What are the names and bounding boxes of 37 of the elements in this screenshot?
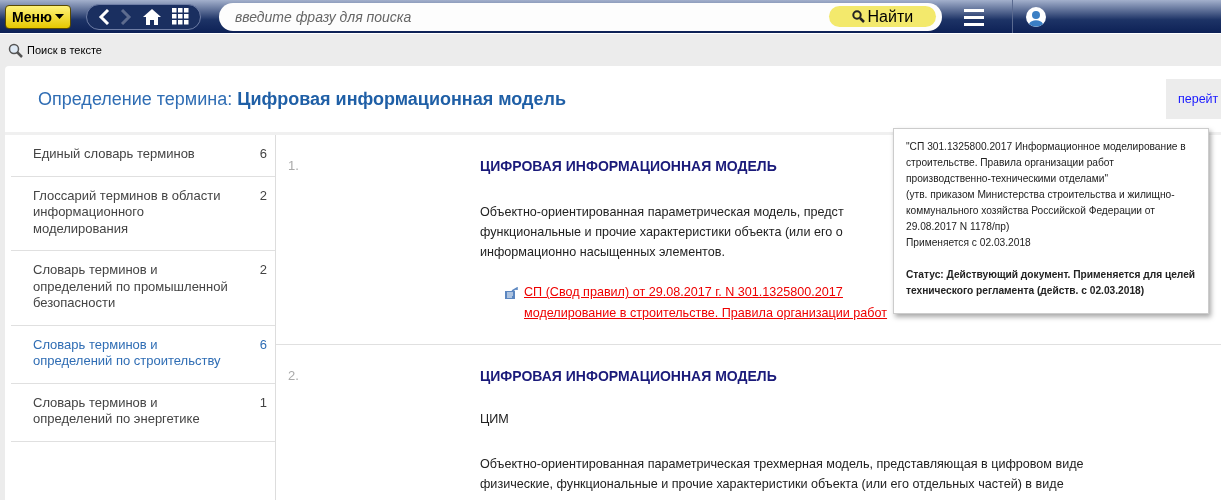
goto-button[interactable]: перейт — [1166, 79, 1221, 119]
tooltip-approval: (утв. приказом Министерства строительства и жилищно-коммунального хозяйства Российской Федерации от 29.08.2017 N 1178/пр) — [906, 188, 1176, 234]
caret-icon — [54, 14, 64, 19]
grid-icon[interactable] — [171, 8, 189, 25]
definition-text: физические, функциональные и прочие характеристики объекта (или его отдельных частей) в виде — [480, 476, 1065, 493]
definition-number: 1. — [288, 157, 300, 175]
find-button[interactable]: Найти — [828, 6, 936, 27]
document-link-icon — [504, 287, 519, 300]
search-icon — [851, 10, 865, 23]
source-link[interactable]: моделирование в строительстве. Правила организации работ — [524, 306, 888, 320]
tooltip-date: Применяется с 02.03.2018 — [906, 236, 1032, 250]
definition-text: Объектно-ориентированная параметрическая трехмерная модель, представляющая в цифровом виде — [480, 456, 1084, 473]
sidebar-item[interactable]: Глоссарий терминов в области информационного моделирования 2 — [11, 176, 275, 251]
sidebar-item[interactable]: Словарь терминов и определений по энергетике 1 — [11, 383, 275, 442]
definition-number: 2. — [288, 367, 300, 385]
home-icon[interactable] — [141, 7, 162, 26]
menu-button[interactable]: Меню — [5, 4, 71, 29]
sidebar-item[interactable]: Словарь терминов и определений по промышленной безопасности 2 — [11, 251, 275, 326]
term-heading: ЦИФРОВАЯ ИНФОРМАЦИОННАЯ МОДЕЛЬ — [480, 368, 778, 384]
term-heading: ЦИФРОВАЯ ИНФОРМАЦИОННАЯ МОДЕЛЬ — [480, 158, 778, 174]
term-abbreviation: ЦИМ — [480, 412, 510, 426]
menu-icon[interactable] — [963, 7, 984, 26]
tooltip-status: Статус: Действующий документ. Применяется для целей технического регламента (действ. с 02.03.2018) — [906, 268, 1196, 298]
definition-text: Объектно-ориентированная параметрическая модель, предст — [480, 204, 845, 221]
sidebar-item[interactable]: Словарь терминов и определений по строительству 6 — [11, 325, 275, 384]
search-field[interactable]: введите фразу для поиска — [218, 2, 829, 31]
source-link[interactable]: СП (Свод правил) от 29.08.2017 г. N 301.1325800.2017 — [524, 285, 843, 299]
definition-text: функциональные и прочие характеристики объекта (или его о — [480, 224, 844, 241]
search-in-text-link[interactable]: Поиск в тексте — [27, 44, 102, 56]
forward-icon[interactable] — [119, 8, 132, 25]
page-title: Определение термина: Цифровая информационная модель — [38, 88, 567, 110]
back-icon[interactable] — [97, 8, 110, 25]
sidebar-item[interactable]: Единый словарь терминов 6 — [11, 135, 275, 177]
tooltip-document: "СП 301.1325800.2017 Информационное моделирование в строительстве. Правила организации работ производственно-техническими отделами" — [906, 140, 1187, 186]
user-icon[interactable] — [1025, 6, 1046, 27]
search-icon[interactable] — [8, 42, 23, 58]
definition-text: информационно насыщенных элементов. — [480, 244, 726, 261]
